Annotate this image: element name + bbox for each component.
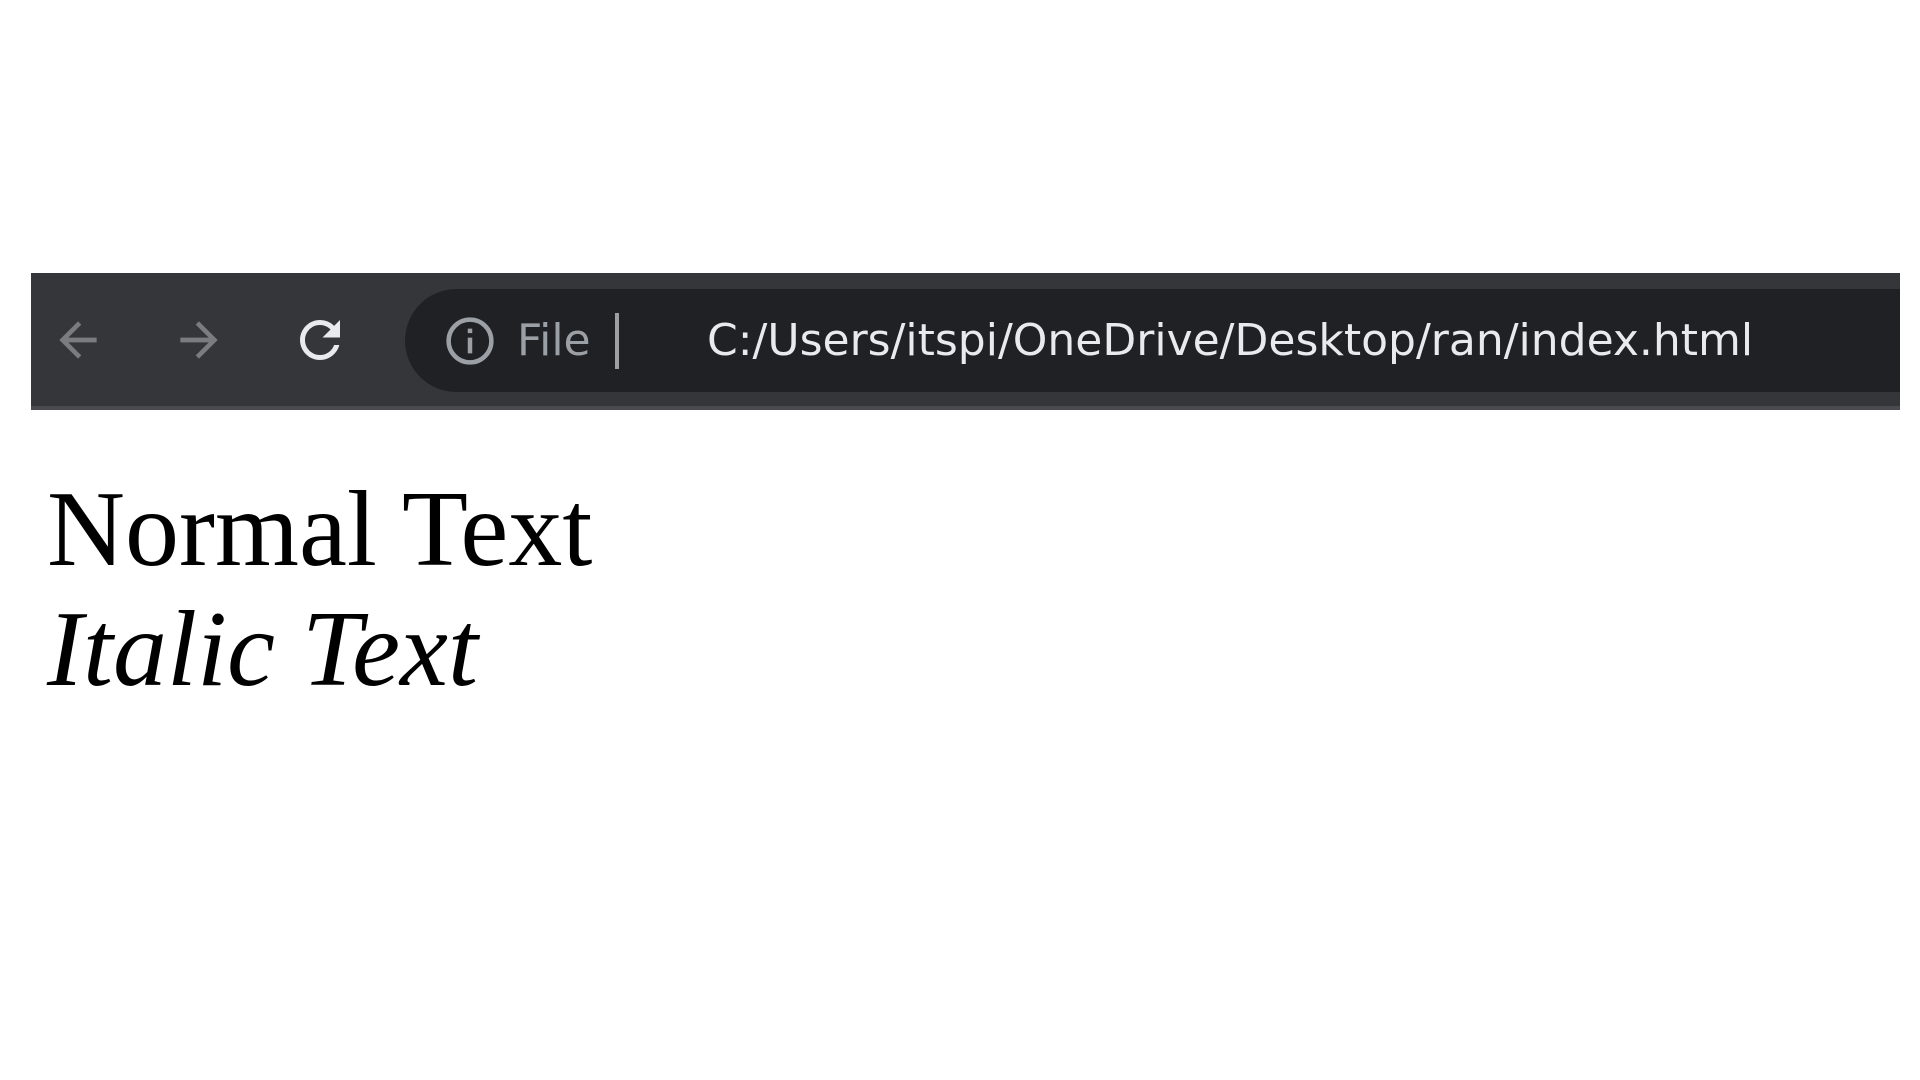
back-button[interactable] xyxy=(45,307,111,373)
toolbar-divider xyxy=(31,406,1900,410)
italic-text: Italic Text xyxy=(47,590,478,709)
info-icon xyxy=(446,316,494,365)
reload-icon xyxy=(300,320,340,360)
browser-toolbar: File C:/Users/itspi/OneDrive/Desktop/ran… xyxy=(31,273,1900,410)
arrow-left-icon xyxy=(59,321,97,359)
site-info-chip[interactable]: File xyxy=(443,289,619,392)
url-text[interactable]: C:/Users/itspi/OneDrive/Desktop/ran/inde… xyxy=(707,289,1753,392)
omnibox-divider xyxy=(614,312,619,369)
page-content: Normal Text Italic Text xyxy=(47,470,592,710)
site-info-label: File xyxy=(517,315,591,366)
address-bar[interactable]: File C:/Users/itspi/OneDrive/Desktop/ran… xyxy=(405,289,1900,392)
normal-text: Normal Text xyxy=(47,470,593,589)
arrow-right-icon xyxy=(180,321,218,359)
forward-button[interactable] xyxy=(166,307,232,373)
reload-button[interactable] xyxy=(287,307,353,373)
